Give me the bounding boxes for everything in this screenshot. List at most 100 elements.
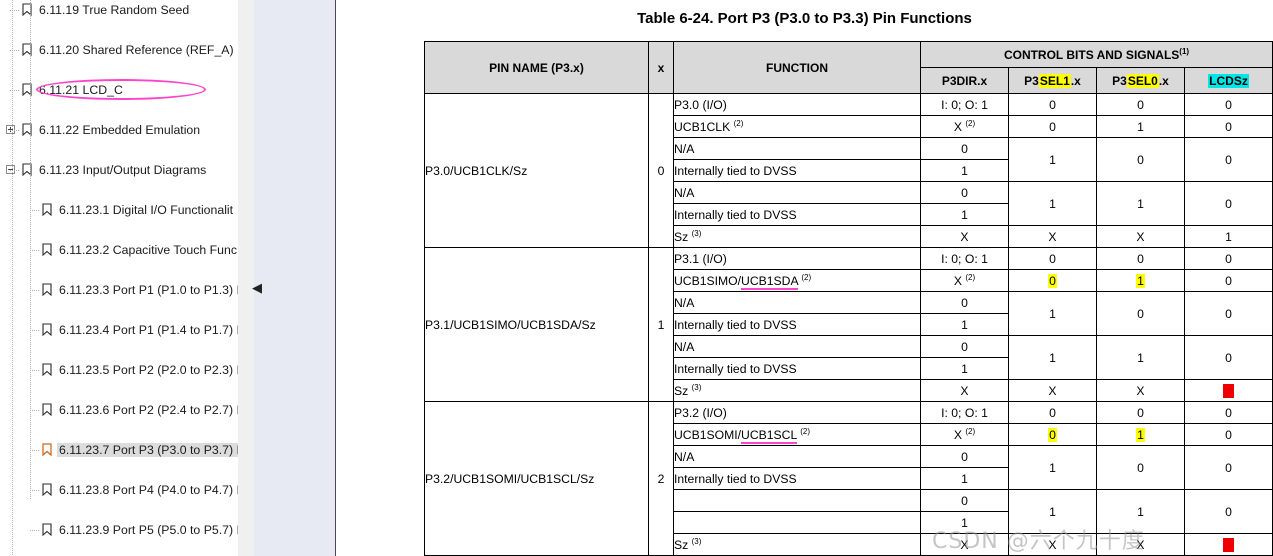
cell-p3sel1: 0 bbox=[1008, 269, 1097, 292]
tree-connector bbox=[30, 530, 40, 531]
tree-connector bbox=[30, 370, 40, 371]
cell-pin-name: P3.1/UCB1SIMO/UCB1SDA/Sz bbox=[424, 247, 649, 402]
cell-function: Sz (3) bbox=[673, 225, 921, 248]
cell-p3sel0: 1 bbox=[1096, 423, 1185, 446]
cell-p3dir: 0 bbox=[920, 291, 1009, 314]
bookmark-icon bbox=[42, 283, 52, 296]
table-body: P3.0/UCB1CLK/Sz 0 P3.0 (I/O) I: 0; O: 1000U… bbox=[424, 93, 1273, 556]
cell-function: Internally tied to DVSS bbox=[673, 203, 921, 226]
cell-p3sel1: X bbox=[1008, 225, 1097, 248]
cell-p3sel0: 0 bbox=[1096, 445, 1185, 490]
sidebar-item-6-11-23-9[interactable]: 6.11.23.9 Port P5 (P5.0 to P5.7) Ir bbox=[0, 520, 238, 540]
cell-lcdsz: 0 bbox=[1184, 247, 1273, 270]
cell-p3dir: 0 bbox=[920, 137, 1009, 160]
sidebar-item-6-11-22[interactable]: 6.11.22 Embedded Emulation bbox=[0, 120, 238, 140]
sidebar-item-6-11-23-3[interactable]: 6.11.23.3 Port P1 (P1.0 to P1.3) Ir bbox=[0, 280, 238, 300]
p3sel1-prefix: P3 bbox=[1024, 73, 1039, 88]
cell-p3sel0: 1 bbox=[1096, 269, 1185, 292]
cell-p3sel1: 1 bbox=[1008, 291, 1097, 336]
cell-function: Internally tied to DVSS bbox=[673, 467, 921, 490]
sidebar-item-6-11-23-8[interactable]: 6.11.23.8 Port P4 (P4.0 to P4.7) Ir bbox=[0, 480, 238, 500]
cell-p3dir: I: 0; O: 1 bbox=[920, 401, 1009, 424]
cell-lcdsz: 0 bbox=[1184, 137, 1273, 182]
col-header-control-group: CONTROL BITS AND SIGNALS(1) bbox=[920, 41, 1273, 68]
table-row: P3.2/UCB1SOMI/UCB1SCL/Sz 2 P3.2 (I/O) I: 0;… bbox=[424, 401, 1273, 556]
cell-pin-name: P3.0/UCB1CLK/Sz bbox=[424, 93, 649, 248]
sidebar-item-6-11-23[interactable]: 6.11.23 Input/Output Diagrams bbox=[0, 160, 238, 180]
cell-p3sel1: 0 bbox=[1008, 115, 1097, 138]
sidebar-item-6-11-23-4[interactable]: 6.11.23.4 Port P1 (P1.4 to P1.7) Ir bbox=[0, 320, 238, 340]
cell-lcdsz: 0 bbox=[1184, 291, 1273, 336]
cell-function: P3.2 (I/O) bbox=[673, 401, 921, 424]
tree-connector bbox=[30, 410, 40, 411]
p3sel0-suffix: .x bbox=[1158, 73, 1169, 88]
bookmark-icon bbox=[42, 523, 52, 536]
bookmark-icon bbox=[42, 203, 52, 216]
cell-p3sel1: 1 bbox=[1008, 181, 1097, 226]
sidebar-splitter[interactable] bbox=[254, 0, 336, 556]
sidebar-item-6-11-23-1[interactable]: 6.11.23.1 Digital I/O Functionalit bbox=[0, 200, 238, 220]
bookmark-icon bbox=[42, 403, 52, 416]
sidebar-item-label: 6.11.23.6 Port P2 (P2.4 to P2.7) Ir bbox=[59, 403, 238, 417]
cell-p3sel1: 0 bbox=[1008, 401, 1097, 424]
col-header-pin-name: PIN NAME (P3.x) bbox=[424, 41, 649, 94]
cell-p3dir: 0 bbox=[920, 445, 1009, 468]
bookmarks-sidebar[interactable]: 6.11.19 True Random Seed 6.11.20 Shared R… bbox=[0, 0, 238, 556]
sidebar-item-label: 6.11.23.7 Port P3 (P3.0 to P3.7) Ir bbox=[57, 443, 238, 457]
cell-p3sel0: 1 bbox=[1096, 115, 1185, 138]
cell-x: 0 bbox=[648, 93, 674, 248]
sidebar-item-6-11-23-7[interactable]: 6.11.23.7 Port P3 (P3.0 to P3.7) Ir bbox=[0, 440, 238, 460]
cell-p3dir: 1 bbox=[920, 159, 1009, 182]
cell-p3dir: X bbox=[920, 379, 1009, 402]
collapse-panel-arrow-icon[interactable]: ◀ bbox=[250, 280, 264, 296]
cell-function: UCB1CLK (2) bbox=[673, 115, 921, 138]
sidebar-item-6-11-20[interactable]: 6.11.20 Shared Reference (REF_A) bbox=[0, 40, 238, 60]
sidebar-item-label: 6.11.22 Embedded Emulation bbox=[39, 123, 201, 137]
cell-p3dir: I: 0; O: 1 bbox=[920, 93, 1009, 116]
sidebar-item-label: 6.11.19 True Random Seed bbox=[39, 3, 190, 17]
cell-p3dir: 0 bbox=[920, 335, 1009, 358]
sidebar-item-6-11-23-5[interactable]: 6.11.23.5 Port P2 (P2.0 to P2.3) Ir bbox=[0, 360, 238, 380]
cell-lcdsz: 0 bbox=[1184, 401, 1273, 424]
cell-p3sel0: 1 bbox=[1096, 335, 1185, 380]
cell-p3dir: 1 bbox=[920, 467, 1009, 490]
cell-function: Internally tied to DVSS bbox=[673, 357, 921, 380]
bookmark-icon bbox=[42, 443, 52, 456]
sidebar-item-6-11-19[interactable]: 6.11.19 True Random Seed bbox=[0, 0, 238, 20]
cell-function: Internally tied to DVSS bbox=[673, 313, 921, 336]
cell-p3sel1: 1 bbox=[1008, 137, 1097, 182]
cell-p3dir: X (2) bbox=[920, 269, 1009, 292]
page-title: Table 6-24. Port P3 (P3.0 to P3.3) Pin F… bbox=[637, 10, 972, 27]
cell-lcdsz: 0 bbox=[1184, 423, 1273, 446]
p3sel1-highlight: SEL1 bbox=[1038, 73, 1071, 88]
cell-p3dir: 1 bbox=[920, 357, 1009, 380]
sidebar-item-label: 6.11.20 Shared Reference (REF_A) bbox=[39, 43, 234, 57]
sidebar-item-label: 6.11.21 LCD_C bbox=[39, 83, 123, 97]
cell-p3sel0: 0 bbox=[1096, 291, 1185, 336]
col-header-p3sel1: P3SEL1.x bbox=[1008, 67, 1097, 94]
tree-connector bbox=[30, 210, 40, 211]
col-header-function: FUNCTION bbox=[673, 41, 921, 94]
p3sel1-suffix: .x bbox=[1070, 73, 1081, 88]
bookmark-tree[interactable]: 6.11.19 True Random Seed 6.11.20 Shared R… bbox=[0, 0, 238, 556]
cell-p3dir: 0 bbox=[920, 489, 1009, 512]
tree-connector bbox=[30, 290, 40, 291]
tree-guide-line bbox=[12, 500, 13, 556]
sidebar-scrollbar-track[interactable] bbox=[238, 0, 484, 556]
cell-function: N/A bbox=[673, 181, 921, 204]
cell-p3dir: I: 0; O: 1 bbox=[920, 247, 1009, 270]
cell-function: Internally tied to DVSS bbox=[673, 159, 921, 182]
cell-function: N/A bbox=[673, 137, 921, 160]
cell-lcdsz: 1 bbox=[1184, 225, 1273, 248]
sidebar-item-6-11-21[interactable]: 6.11.21 LCD_C bbox=[0, 80, 238, 100]
cell-p3sel1: 1 bbox=[1008, 335, 1097, 380]
sidebar-item-6-11-23-2[interactable]: 6.11.23.2 Capacitive Touch Func bbox=[0, 240, 238, 260]
table-head: PIN NAME (P3.x) x FUNCTION CONTROL BITS … bbox=[424, 41, 1273, 94]
p3sel0-prefix: P3 bbox=[1112, 73, 1127, 88]
cell-p3sel0: X bbox=[1096, 533, 1185, 556]
sidebar-item-label: 6.11.23.9 Port P5 (P5.0 to P5.7) Ir bbox=[59, 523, 238, 537]
cell-function bbox=[673, 511, 921, 534]
cell-p3sel1: 0 bbox=[1008, 93, 1097, 116]
sidebar-item-6-11-23-6[interactable]: 6.11.23.6 Port P2 (P2.4 to P2.7) Ir bbox=[0, 400, 238, 420]
sidebar-item-label: 6.11.23 Input/Output Diagrams bbox=[39, 163, 207, 177]
